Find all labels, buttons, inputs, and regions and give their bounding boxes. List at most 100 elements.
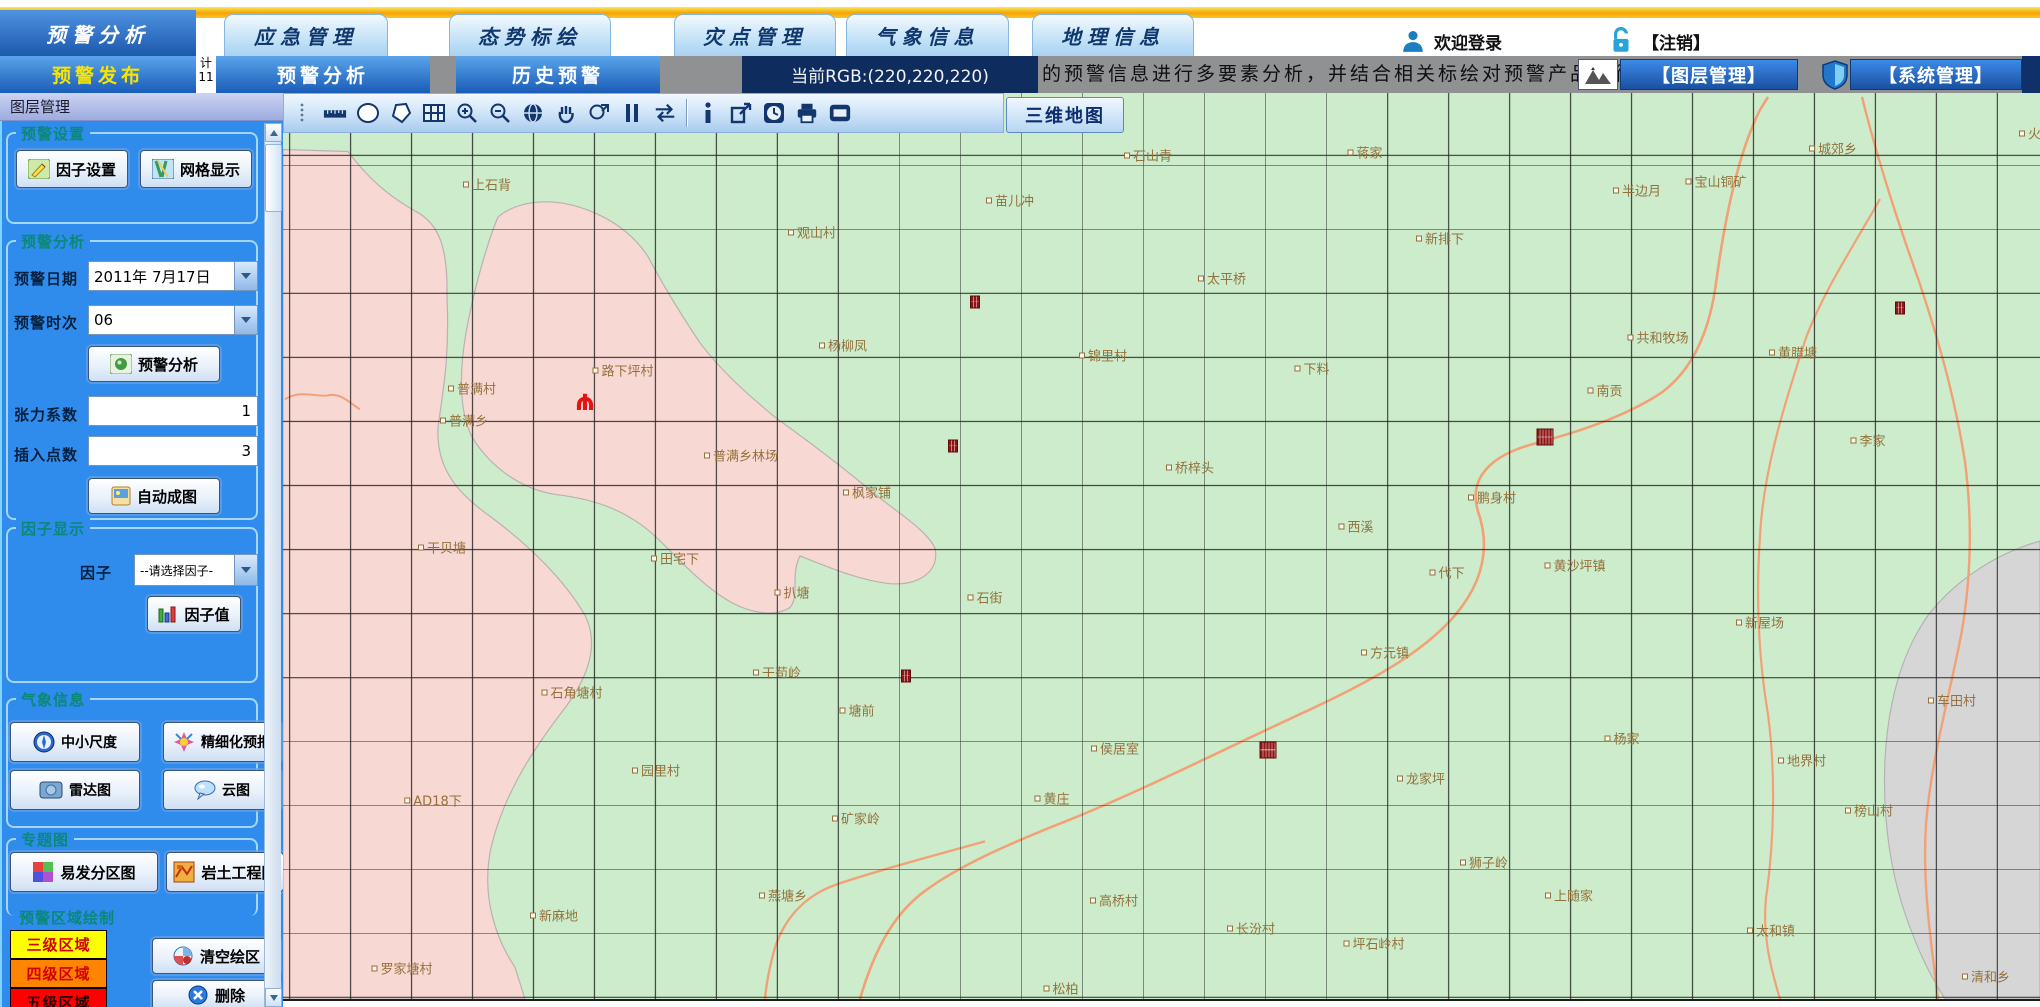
map-place-label: 罗家塘村	[371, 959, 432, 978]
mine-marker	[948, 440, 958, 453]
sub-tab-1[interactable]: 预警发布	[0, 56, 196, 93]
weather-button-1[interactable]: 中小尺度	[10, 722, 140, 762]
factor-label: 因子	[80, 562, 112, 583]
place-marker	[839, 707, 845, 713]
warn-time-select[interactable]: 06	[88, 305, 258, 335]
polygon-select-icon[interactable]	[389, 101, 413, 125]
place-marker	[2019, 130, 2025, 136]
weather-button-3[interactable]: 雷达图	[10, 770, 140, 810]
measure-icon[interactable]	[323, 101, 347, 125]
delete-x-icon	[187, 984, 209, 1006]
warn-settings-button-1[interactable]: 因子设置	[16, 150, 128, 188]
map-place-label: 半边月	[1613, 181, 1661, 200]
chevron-down-icon[interactable]	[234, 555, 257, 585]
zoom-out-icon[interactable]	[488, 101, 512, 125]
warning-level-swatch-5[interactable]: 五级区域	[10, 988, 107, 1007]
analyze-icon	[110, 354, 132, 374]
export-icon[interactable]	[729, 101, 753, 125]
refresh-icon[interactable]	[653, 101, 677, 125]
place-marker	[1587, 387, 1593, 393]
place-marker	[1361, 649, 1367, 655]
scrollbar-thumb[interactable]	[265, 144, 282, 212]
sub-tab-3[interactable]: 历史预警	[456, 56, 660, 93]
pan-hand-icon[interactable]	[554, 101, 578, 125]
map-place-label: 坪石岭村	[1343, 934, 1404, 953]
scroll-down-button[interactable]	[265, 988, 282, 1007]
layer-manage-button[interactable]: 【图层管理】	[1620, 59, 1798, 90]
cloud-icon	[194, 780, 216, 800]
grid-toggle-icon[interactable]	[422, 101, 446, 125]
group-title: 预警设置	[16, 123, 90, 144]
user-icon	[1400, 28, 1426, 54]
map-place-label: 矿家岭	[832, 809, 880, 828]
sidebar-scrollbar[interactable]	[264, 123, 281, 1007]
fine-forecast-icon	[173, 731, 195, 753]
layer-manage-icon	[1578, 59, 1618, 90]
print-icon[interactable]	[795, 101, 819, 125]
welcome-label: 欢迎登录	[1434, 29, 1502, 54]
main-tab-5[interactable]: 气象信息	[846, 14, 1009, 56]
factor-value-button[interactable]: 因子值	[147, 596, 241, 632]
full-extent-icon[interactable]	[521, 101, 545, 125]
chevron-down-icon[interactable]	[234, 262, 257, 290]
history-clock-icon[interactable]	[762, 101, 786, 125]
map-canvas[interactable]: 石山青蒋家城郊乡火上石背苗儿冲半边月宝山铜矿观山村新排下太平桥杨柳凤锦里村共和牧…	[283, 93, 2040, 999]
map-place-label: 石山青	[1124, 146, 1172, 165]
mine-marker	[970, 296, 980, 309]
map-3d-button[interactable]: 三维地图	[1006, 97, 1124, 133]
nav-end-block	[2022, 56, 2040, 93]
place-marker	[1809, 145, 1815, 151]
place-marker	[541, 689, 547, 695]
tension-label: 张力系数	[14, 404, 78, 425]
place-marker	[448, 385, 454, 391]
zoom-in-icon[interactable]	[455, 101, 479, 125]
map-place-label: 石街	[967, 588, 1002, 607]
chevron-down-icon[interactable]	[234, 306, 257, 334]
logout-control[interactable]: 【注销】	[1608, 26, 1710, 56]
place-marker	[1613, 187, 1619, 193]
warn-settings-button-2[interactable]: 网格显示	[140, 150, 252, 188]
welcome-login[interactable]: 欢迎登录	[1400, 26, 1502, 56]
zoom-window-icon[interactable]	[587, 101, 611, 125]
map-place-label: 下料	[1294, 359, 1329, 378]
main-tab-6[interactable]: 地理信息	[1032, 14, 1194, 56]
map-place-label: 普满乡	[440, 411, 488, 430]
place-marker	[1347, 149, 1353, 155]
system-manage-icon	[1815, 59, 1855, 90]
delete-button[interactable]: 删除	[152, 980, 280, 1007]
map-place-label: 太平桥	[1198, 269, 1246, 288]
main-tab-1[interactable]: 预警分析	[0, 10, 196, 57]
factor-select[interactable]: --请选择因子-	[134, 554, 258, 586]
bar-chart-icon	[158, 605, 178, 623]
place-marker	[704, 452, 710, 458]
map-place-label: 桥梓头	[1166, 458, 1214, 477]
road-mid-east	[1758, 199, 1880, 999]
map-place-label: 南贡	[1587, 381, 1622, 400]
map-place-label: 黄腊塘	[1769, 343, 1817, 362]
map-place-label: 石角塘村	[541, 683, 602, 702]
warn-date-select[interactable]: 2011年 7月17日	[88, 261, 258, 291]
warn-analyze-button[interactable]: 预警分析	[88, 346, 220, 382]
system-manage-button[interactable]: 【系统管理】	[1850, 59, 2022, 90]
clear-draw-button[interactable]: 清空绘区	[152, 938, 280, 974]
main-tab-4[interactable]: 灾点管理	[674, 14, 836, 56]
main-tab-3[interactable]: 态势标绘	[449, 14, 611, 56]
map-place-label: 蒋家	[1347, 143, 1382, 162]
print-preview-icon[interactable]	[828, 101, 852, 125]
map-place-label: 代下	[1429, 563, 1464, 582]
map-place-label: 黄庄	[1034, 789, 1069, 808]
map-place-label: 龙家坪	[1397, 769, 1445, 788]
warning-level-swatch-3[interactable]: 三级区域	[10, 930, 107, 959]
scroll-up-button[interactable]	[265, 123, 282, 142]
pause-icon[interactable]	[620, 101, 644, 125]
ellipse-select-icon[interactable]	[356, 101, 380, 125]
identify-info-icon[interactable]	[696, 101, 720, 125]
points-input[interactable]: 3	[88, 436, 258, 466]
map-place-label: 干苟岭	[753, 663, 801, 682]
main-tab-2[interactable]: 应急管理	[224, 14, 388, 56]
auto-map-button[interactable]: 自动成图	[88, 478, 220, 514]
tension-input[interactable]: 1	[88, 396, 258, 426]
warning-level-swatch-4[interactable]: 四级区域	[10, 959, 107, 988]
thematic-button-1[interactable]: 易发分区图	[10, 852, 158, 892]
sub-tab-2[interactable]: 预警分析	[216, 56, 430, 93]
